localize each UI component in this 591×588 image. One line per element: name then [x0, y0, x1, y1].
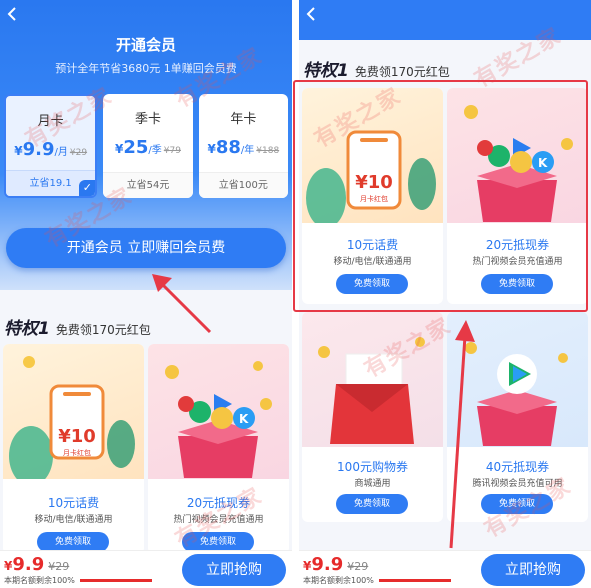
old-price: ¥29: [347, 560, 369, 573]
page-title: 开通会员: [115, 36, 176, 54]
buy-now-button[interactable]: 立即抢购: [481, 554, 585, 586]
plan-price-value: 9.9: [22, 139, 55, 160]
claim-button[interactable]: 免费领取: [481, 494, 553, 514]
plan-currency: ¥: [207, 142, 216, 156]
phone-credit-art: ¥10 月卡红包: [302, 88, 443, 228]
plan-card-yearly[interactable]: 年卡 ¥88/年 ¥188 立省100元: [198, 94, 288, 198]
plan-price: ¥25/季 ¥79: [103, 137, 192, 158]
back-arrow-icon[interactable]: [305, 6, 321, 22]
art-label: 月卡红包: [360, 195, 388, 203]
coupon-card-phone: ¥10 月卡红包 10元话费 移动/电信/联通通用 免费领取: [302, 88, 443, 304]
card-desc: 热门视频会员充值通用: [472, 257, 563, 267]
plan-card-quarterly[interactable]: 季卡 ¥25/季 ¥79 立省54元: [103, 94, 193, 198]
plan-unit: /季: [148, 145, 162, 156]
plan-name: 年卡: [230, 112, 257, 127]
card-title: 100元购物券: [337, 460, 408, 474]
bottom-price: ¥9.9 ¥29: [303, 554, 368, 575]
plan-unit: /月: [54, 147, 68, 158]
art-amount: ¥10: [355, 172, 393, 193]
progress-fill: [80, 579, 152, 582]
vip-header: 开通会员 预计全年节省3680元 1单赚回会员费 月卡 ¥9.9/月 ¥29 立省…: [0, 0, 292, 290]
left-panel: 开通会员 预计全年节省3680元 1单赚回会员费 月卡 ¥9.9/月 ¥29 立省…: [0, 0, 292, 588]
card-title: 40元抵现券: [485, 460, 550, 474]
privilege-title: 特权1: [4, 319, 50, 339]
open-vip-button[interactable]: 开通会员 立即赚回会员费: [6, 228, 286, 268]
plan-price: ¥88/年 ¥188: [199, 137, 288, 158]
privilege-title: 特权1: [303, 61, 349, 81]
claim-button[interactable]: 免费领取: [182, 532, 254, 552]
svg-text:K: K: [538, 156, 548, 170]
price-value: 9.9: [12, 554, 45, 575]
privilege-subtitle: 免费领170元红包: [354, 65, 450, 79]
claim-button[interactable]: 免费领取: [37, 532, 109, 552]
privilege-header: 特权1 免费领170元红包: [303, 56, 450, 81]
page-subtitle: 预计全年节省3680元 1单赚回会员费: [55, 62, 237, 75]
video-gift-art: K: [148, 344, 289, 479]
plan-old-price: ¥29: [69, 148, 88, 158]
phone-credit-art: ¥10 月卡红包: [3, 344, 144, 486]
tencent-gift-art: [447, 312, 588, 447]
old-price: ¥29: [48, 560, 70, 573]
plan-old-price: ¥188: [256, 146, 280, 156]
plan-save: 立省100元: [198, 172, 288, 198]
plan-name: 季卡: [134, 112, 161, 127]
card-desc: 热门视频会员充值通用: [173, 515, 264, 525]
coupon-card-tencent: 40元抵现券 腾讯视频会员充值可用 免费领取: [447, 312, 588, 522]
art-amount: ¥10: [58, 426, 96, 447]
card-title: 20元抵现券: [186, 496, 251, 510]
remaining-progress: [379, 579, 451, 582]
plan-price-value: 88: [215, 137, 241, 158]
card-title: 20元抵现券: [485, 238, 550, 252]
panel-divider: [292, 0, 299, 588]
buy-now-button[interactable]: 立即抢购: [182, 554, 286, 586]
art-label: 月卡红包: [63, 449, 91, 457]
privilege-subtitle: 免费领170元红包: [55, 323, 151, 337]
remaining-text: 本期名额剩余100%: [303, 576, 374, 585]
card-title: 10元话费: [346, 238, 399, 252]
plan-card-monthly[interactable]: 月卡 ¥9.9/月 ¥29 立省19.1 ✓: [4, 94, 98, 198]
claim-button[interactable]: 免费领取: [481, 274, 553, 294]
claim-button[interactable]: 免费领取: [336, 494, 408, 514]
remaining-text: 本期名额剩余100%: [4, 576, 75, 585]
check-icon: ✓: [79, 180, 96, 196]
card-desc: 移动/电信/联通通用: [333, 257, 412, 267]
plan-name: 月卡: [37, 114, 64, 129]
card-desc: 商城通用: [354, 479, 391, 489]
plan-unit: /年: [240, 145, 255, 156]
bottom-bar: ¥9.9 ¥29 本期名额剩余100% 立即抢购: [299, 550, 591, 588]
back-arrow-icon[interactable]: [6, 6, 22, 22]
card-desc: 腾讯视频会员充值可用: [472, 479, 563, 489]
coupon-card-video: K 20元抵现券 热门视频会员充值通用 免费领取: [447, 88, 588, 304]
coupon-card-shopping: 100元购物券 商城通用 免费领取: [302, 312, 443, 522]
plan-price: ¥9.9/月 ¥29: [6, 139, 95, 160]
video-gift-art: K: [447, 88, 588, 223]
right-panel: 特权1 免费领170元红包 ¥10 月卡红包 10元话费 移动/电信/联通通用 …: [299, 0, 591, 588]
svg-text:K: K: [239, 412, 249, 426]
price-value: 9.9: [311, 554, 344, 575]
privilege-header: 特权1 免费领170元红包: [4, 314, 151, 339]
card-title: 10元话费: [47, 496, 100, 510]
plan-currency: ¥: [14, 144, 23, 158]
bottom-price: ¥9.9 ¥29: [4, 554, 69, 575]
plan-save: 立省54元: [103, 172, 193, 198]
right-top-bar: [299, 0, 591, 40]
red-envelope-art: [302, 312, 443, 447]
progress-fill: [379, 579, 451, 582]
plan-list: 月卡 ¥9.9/月 ¥29 立省19.1 ✓ 季卡 ¥25/季 ¥79 立省54元 …: [4, 94, 288, 198]
claim-button[interactable]: 免费领取: [336, 274, 408, 294]
card-desc: 移动/电信/联通通用: [34, 515, 113, 525]
remaining-progress: [80, 579, 152, 582]
plan-price-value: 25: [123, 137, 149, 158]
plan-old-price: ¥79: [163, 146, 181, 156]
bottom-bar: ¥9.9 ¥29 本期名额剩余100% 立即抢购: [0, 550, 292, 588]
screenshot-root: 开通会员 预计全年节省3680元 1单赚回会员费 月卡 ¥9.9/月 ¥29 立省…: [0, 0, 591, 588]
coupon-card-video: K 20元抵现券 热门视频会员充值通用 免费领取: [148, 344, 289, 554]
coupon-card-phone: ¥10 月卡红包 10元话费 移动/电信/联通通用 免费领取: [3, 344, 144, 554]
